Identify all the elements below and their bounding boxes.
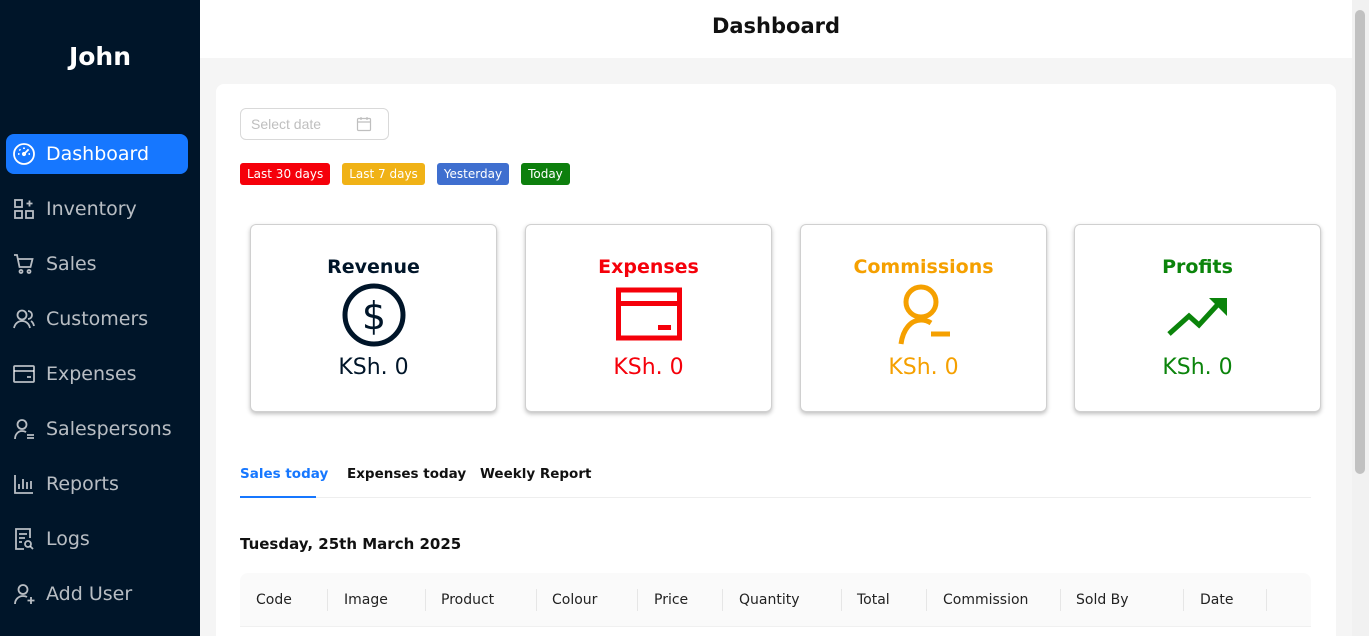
- column-header-commission[interactable]: Commission: [943, 573, 1028, 627]
- sidebar-nav: Dashboard Inventory Sales Customers Expe…: [6, 134, 188, 629]
- file-search-icon: [11, 526, 37, 552]
- column-header-product[interactable]: Product: [441, 573, 494, 627]
- wallet-icon: [11, 361, 37, 387]
- sidebar-item-logs[interactable]: Logs: [6, 519, 188, 559]
- last-7-days-button[interactable]: Last 7 days: [342, 163, 425, 185]
- column-header-date[interactable]: Date: [1200, 573, 1233, 627]
- tab-sales-today[interactable]: Sales today: [240, 466, 328, 482]
- column-header-quantity[interactable]: Quantity: [739, 573, 800, 627]
- profits-card: Profits KSh. 0: [1074, 224, 1321, 412]
- expenses-card: Expenses KSh. 0: [525, 224, 772, 412]
- sales-table-header: Code Image Product Colour Price Quantity…: [240, 573, 1311, 627]
- column-separator: [1060, 589, 1061, 611]
- trend-up-icon: [1165, 282, 1231, 348]
- column-header-colour[interactable]: Colour: [552, 573, 597, 627]
- column-separator: [722, 589, 723, 611]
- dashboard-gauge-icon: [11, 141, 37, 167]
- user-minus-icon: [891, 282, 957, 348]
- commissions-card: Commissions KSh. 0: [800, 224, 1047, 412]
- sidebar-item-label: Salespersons: [46, 418, 172, 440]
- tab-weekly-report[interactable]: Weekly Report: [480, 466, 591, 482]
- calendar-icon: [356, 117, 372, 132]
- shopping-cart-icon: [11, 251, 37, 277]
- sidebar-item-label: Sales: [46, 253, 97, 275]
- stat-title: Commissions: [853, 256, 994, 278]
- report-tabs: Sales today Expenses today Weekly Report: [240, 456, 1311, 498]
- stat-title: Revenue: [327, 256, 420, 278]
- column-separator: [425, 589, 426, 611]
- sidebar-user-name: John: [68, 42, 132, 71]
- sidebar-item-sales[interactable]: Sales: [6, 244, 188, 284]
- appstore-add-icon: [11, 196, 37, 222]
- column-header-sold-by[interactable]: Sold By: [1076, 573, 1129, 627]
- column-separator: [926, 589, 927, 611]
- sidebar-item-label: Expenses: [46, 363, 137, 385]
- column-header-image[interactable]: Image: [344, 573, 388, 627]
- page-title: Dashboard: [711, 14, 841, 38]
- dollar-circle-icon: $: [341, 282, 407, 348]
- sidebar-item-label: Inventory: [46, 198, 137, 220]
- column-header-code[interactable]: Code: [256, 573, 292, 627]
- column-separator: [1183, 589, 1184, 611]
- sidebar-item-add-user[interactable]: Add User: [6, 574, 188, 614]
- column-separator: [327, 589, 328, 611]
- sidebar-item-dashboard[interactable]: Dashboard: [6, 134, 188, 174]
- sidebar-item-label: Customers: [46, 308, 149, 330]
- sidebar-item-reports[interactable]: Reports: [6, 464, 188, 504]
- stat-title: Expenses: [598, 256, 699, 278]
- date-picker[interactable]: [240, 108, 389, 140]
- sidebar-item-customers[interactable]: Customers: [6, 299, 188, 339]
- column-header-price[interactable]: Price: [654, 573, 688, 627]
- column-separator: [536, 589, 537, 611]
- svg-text:$: $: [361, 294, 385, 338]
- user-add-icon: [11, 581, 37, 607]
- stat-value: KSh. 0: [338, 355, 409, 380]
- tab-expenses-today[interactable]: Expenses today: [347, 466, 466, 482]
- sidebar-item-label: Reports: [46, 473, 119, 495]
- sidebar-item-label: Add User: [46, 583, 133, 605]
- team-icon: [11, 306, 37, 332]
- stat-value: KSh. 0: [613, 355, 684, 380]
- bar-chart-icon: [11, 471, 37, 497]
- stat-value: KSh. 0: [1162, 355, 1233, 380]
- yesterday-button[interactable]: Yesterday: [436, 163, 510, 185]
- page-scrollbar[interactable]: [1352, 0, 1369, 636]
- sidebar-item-inventory[interactable]: Inventory: [6, 189, 188, 229]
- stat-title: Profits: [1162, 256, 1233, 278]
- column-header-total[interactable]: Total: [857, 573, 890, 627]
- report-date: Tuesday, 25th March 2025: [240, 535, 462, 553]
- header: Dashboard: [200, 0, 1352, 58]
- credit-card-icon: [615, 282, 682, 348]
- sidebar-item-salespersons[interactable]: Salespersons: [6, 409, 188, 449]
- column-separator: [1266, 589, 1267, 611]
- sidebar-item-label: Dashboard: [46, 143, 150, 165]
- sidebar: John Dashboard Inventory Sales Customers: [0, 0, 200, 636]
- scrollbar-thumb[interactable]: [1355, 10, 1365, 474]
- column-separator: [637, 589, 638, 611]
- dashboard-content: Last 30 days Last 7 days Yesterday Today…: [216, 84, 1336, 636]
- quick-date-filters: Last 30 days Last 7 days Yesterday Today: [240, 163, 570, 185]
- stat-value: KSh. 0: [888, 355, 959, 380]
- sidebar-item-label: Logs: [46, 528, 90, 550]
- active-tab-indicator: [240, 496, 316, 498]
- user-switch-icon: [11, 416, 37, 442]
- date-input[interactable]: [251, 116, 356, 132]
- column-separator: [841, 589, 842, 611]
- sidebar-item-expenses[interactable]: Expenses: [6, 354, 188, 394]
- last-30-days-button[interactable]: Last 30 days: [240, 163, 331, 185]
- revenue-card: Revenue $ KSh. 0: [250, 224, 497, 412]
- today-button[interactable]: Today: [521, 163, 570, 185]
